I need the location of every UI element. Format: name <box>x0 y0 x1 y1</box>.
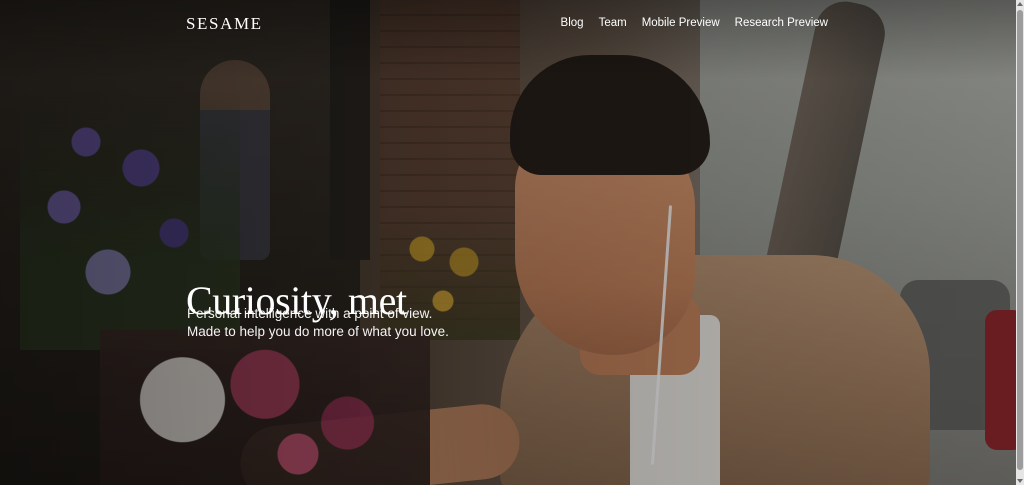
nav-link-team[interactable]: Team <box>599 17 627 29</box>
scroll-up-arrow-icon[interactable] <box>1016 0 1024 8</box>
scroll-down-arrow-icon[interactable] <box>1016 477 1024 485</box>
scrollbar-thumb[interactable] <box>1017 10 1023 470</box>
page-viewport: SESAME Blog Team Mobile Preview Research… <box>0 0 1016 485</box>
sesame-logo[interactable]: SESAME <box>186 14 263 34</box>
nav-link-mobile-preview[interactable]: Mobile Preview <box>642 17 720 29</box>
hero-background-photo <box>0 0 1016 485</box>
site-header: SESAME Blog Team Mobile Preview Research… <box>0 0 1016 50</box>
vertical-scrollbar[interactable] <box>1016 0 1024 485</box>
main-nav: Blog Team Mobile Preview Research Previe… <box>561 17 828 29</box>
nav-link-blog[interactable]: Blog <box>561 17 584 29</box>
nav-link-research-preview[interactable]: Research Preview <box>735 17 828 29</box>
hero-subtitle: Personal intelligence with a point of vi… <box>187 305 449 341</box>
hero-subtitle-line-1: Personal intelligence with a point of vi… <box>187 306 433 321</box>
hero-subtitle-line-2: Made to help you do more of what you lov… <box>187 324 449 339</box>
